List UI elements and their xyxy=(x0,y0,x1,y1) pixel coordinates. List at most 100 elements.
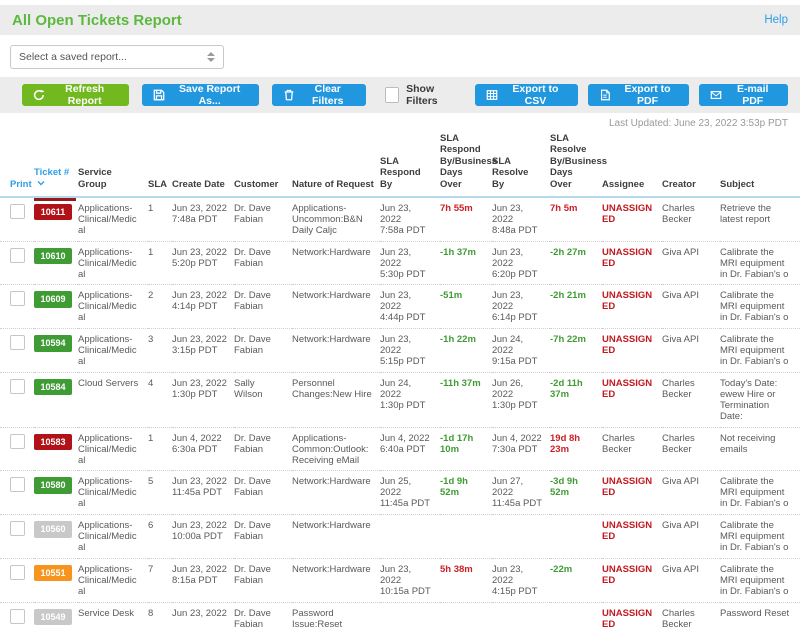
creator-cell: Giva API xyxy=(662,514,720,558)
email-pdf-button[interactable]: E-mail PDF xyxy=(699,84,788,106)
subject-cell: Calibrate the MRI equipment in Dr. Fabia… xyxy=(720,558,800,602)
print-cell xyxy=(0,284,34,328)
save-report-as-label: Save Report As... xyxy=(171,83,248,107)
export-pdf-button[interactable]: Export to PDF xyxy=(588,84,690,106)
ticket-badge[interactable]: 10580 xyxy=(34,477,72,493)
assignee-cell: UNASSIGNED xyxy=(602,558,662,602)
ticket-badge[interactable]: 10584 xyxy=(34,379,72,395)
print-cell xyxy=(0,470,34,514)
resolve-by-cell: Jun 23, 2022 6:20p PDT xyxy=(492,241,550,285)
service-group-cell: Applications-Clinical/Medical xyxy=(78,470,148,514)
subject-cell: Calibrate the MRI equipment in Dr. Fabia… xyxy=(720,328,800,372)
show-filters-checkbox[interactable] xyxy=(385,87,400,103)
print-checkbox[interactable] xyxy=(10,248,25,263)
save-report-as-button[interactable]: Save Report As... xyxy=(142,84,259,106)
nature-cell: Applications-Uncommon:B&N Daily Caljc xyxy=(292,198,380,241)
col-header-resolve-by: SLA Resolve By xyxy=(492,131,550,198)
print-checkbox[interactable] xyxy=(10,204,25,219)
respond-over-cell xyxy=(440,602,492,635)
col-header-print[interactable]: Print xyxy=(0,131,34,198)
nature-cell: Network:Hardware xyxy=(292,514,380,558)
respond-by-cell: Jun 23, 2022 4:44p PDT xyxy=(380,284,440,328)
print-cell xyxy=(0,198,34,241)
subject-cell: Today's Date: ewew Hire or Termination D… xyxy=(720,372,800,427)
print-checkbox[interactable] xyxy=(10,477,25,492)
print-checkbox[interactable] xyxy=(10,434,25,449)
respond-by-cell: Jun 23, 2022 7:58a PDT xyxy=(380,198,440,241)
assignee-cell: UNASSIGNED xyxy=(602,602,662,635)
show-filters-control[interactable]: Show Filters xyxy=(385,83,463,107)
assignee-cell: UNASSIGNED xyxy=(602,198,662,241)
table-row: 10549Service Desk8Jun 23, 2022Dr. Dave F… xyxy=(0,602,800,635)
respond-over-cell: 5h 38m xyxy=(440,558,492,602)
creator-cell: Charles Becker xyxy=(662,427,720,471)
subject-cell: Retrieve the latest report xyxy=(720,198,800,241)
create-date-cell: Jun 23, 2022 7:48a PDT xyxy=(172,198,234,241)
sla-cell: 3 xyxy=(148,328,172,372)
resolve-over-cell: 19d 8h 23m xyxy=(550,427,602,471)
toolbar-left-group: Refresh Report Save Report As... Clear F… xyxy=(22,83,462,107)
nature-cell: Network:Hardware xyxy=(292,284,380,328)
help-link[interactable]: Help xyxy=(764,14,788,26)
create-date-cell: Jun 23, 2022 xyxy=(172,602,234,635)
create-date-cell: Jun 23, 2022 1:30p PDT xyxy=(172,372,234,427)
print-checkbox[interactable] xyxy=(10,291,25,306)
assignee-cell: UNASSIGNED xyxy=(602,241,662,285)
print-checkbox[interactable] xyxy=(10,565,25,580)
clear-filters-button[interactable]: Clear Filters xyxy=(272,84,366,106)
ticket-badge[interactable]: 10551 xyxy=(34,565,72,581)
print-checkbox[interactable] xyxy=(10,521,25,536)
print-cell xyxy=(0,602,34,635)
saved-report-select[interactable]: Select a saved report... xyxy=(10,45,224,69)
nature-cell: Password Issue:Reset xyxy=(292,602,380,635)
table-row: 10583Applications-Clinical/Medical1Jun 4… xyxy=(0,427,800,471)
service-group-cell: Applications-Clinical/Medical xyxy=(78,241,148,285)
email-pdf-label: E-mail PDF xyxy=(728,83,777,107)
export-csv-label: Export to CSV xyxy=(504,83,566,107)
customer-cell: Dr. Dave Fabian xyxy=(234,514,292,558)
resolve-by-cell: Jun 23, 2022 6:14p PDT xyxy=(492,284,550,328)
ticket-cell: 10584 xyxy=(34,372,78,427)
ticket-badge[interactable]: 10560 xyxy=(34,521,72,537)
creator-cell: Giva API xyxy=(662,284,720,328)
col-header-service-group: Service Group xyxy=(78,131,148,198)
resolve-by-cell: Jun 27, 2022 11:45a PDT xyxy=(492,470,550,514)
nature-cell: Personnel Changes:New Hire xyxy=(292,372,380,427)
respond-over-cell: -51m xyxy=(440,284,492,328)
sla-cell: 6 xyxy=(148,514,172,558)
creator-cell: Giva API xyxy=(662,328,720,372)
resolve-over-cell: 7h 5m xyxy=(550,198,602,241)
select-updown-icon xyxy=(207,52,215,62)
saved-report-placeholder: Select a saved report... xyxy=(19,51,127,63)
save-icon xyxy=(153,89,165,101)
table-grid-icon xyxy=(486,89,498,101)
nature-cell: Network:Hardware xyxy=(292,241,380,285)
print-checkbox[interactable] xyxy=(10,379,25,394)
last-updated: Last Updated: June 23, 2022 3:53p PDT xyxy=(0,113,800,131)
respond-by-cell: Jun 24, 2022 1:30p PDT xyxy=(380,372,440,427)
creator-cell: Charles Becker xyxy=(662,602,720,635)
ticket-badge[interactable]: 10609 xyxy=(34,291,72,307)
ticket-cell: 10560 xyxy=(34,514,78,558)
saved-report-row: Select a saved report... xyxy=(0,35,800,77)
ticket-badge[interactable]: 10583 xyxy=(34,434,72,450)
ticket-badge[interactable]: 10611 xyxy=(34,204,72,220)
print-checkbox[interactable] xyxy=(10,335,25,350)
print-checkbox[interactable] xyxy=(10,609,25,624)
refresh-report-button[interactable]: Refresh Report xyxy=(22,84,129,106)
col-header-nature: Nature of Request xyxy=(292,131,380,198)
resolve-over-cell: -22m xyxy=(550,558,602,602)
ticket-cell: 10549 xyxy=(34,602,78,635)
col-header-ticket[interactable]: Ticket # xyxy=(34,131,78,198)
subject-cell: Calibrate the MRI equipment in Dr. Fabia… xyxy=(720,514,800,558)
respond-over-cell: -1d 17h 10m xyxy=(440,427,492,471)
col-header-respond-over: SLA Respond By/Business Days Over xyxy=(440,131,492,198)
tickets-table: Print Ticket # Service Group SLA Create … xyxy=(0,131,800,635)
resolve-by-cell: Jun 24, 2022 9:15a PDT xyxy=(492,328,550,372)
export-csv-button[interactable]: Export to CSV xyxy=(475,84,577,106)
ticket-badge[interactable]: 10594 xyxy=(34,335,72,351)
ticket-badge[interactable]: 10610 xyxy=(34,248,72,264)
assignee-cell: UNASSIGNED xyxy=(602,514,662,558)
ticket-badge[interactable]: 10549 xyxy=(34,609,72,625)
sla-cell: 4 xyxy=(148,372,172,427)
